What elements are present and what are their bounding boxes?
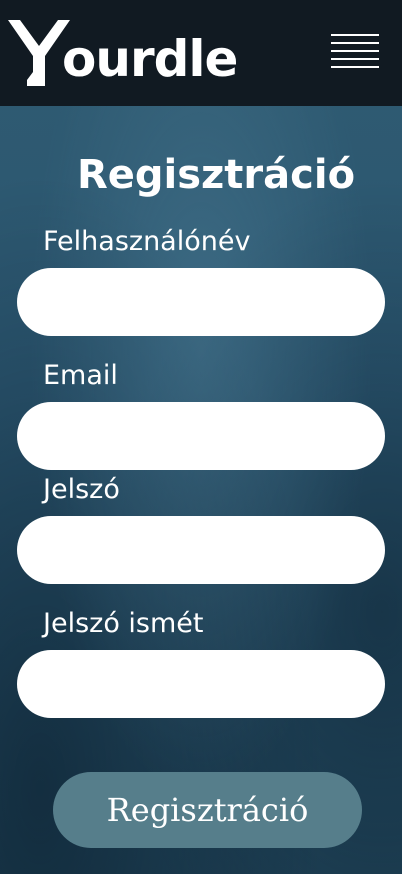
page-title: Regisztráció xyxy=(76,152,356,198)
username-label: Felhasználónév xyxy=(43,226,251,257)
password-label: Jelszó xyxy=(43,474,120,505)
email-label: Email xyxy=(43,360,118,391)
register-button[interactable]: Regisztráció xyxy=(53,772,362,848)
email-input[interactable] xyxy=(17,402,385,470)
logo-text: ourdle xyxy=(62,30,238,88)
hamburger-menu-icon xyxy=(331,34,379,36)
y-logo-icon xyxy=(8,20,70,86)
top-navbar: ourdle xyxy=(0,0,402,106)
menu-button[interactable] xyxy=(326,28,382,76)
password-confirm-label: Jelszó ismét xyxy=(43,608,204,639)
username-input[interactable] xyxy=(17,268,385,336)
yourdle-logo[interactable]: ourdle xyxy=(8,16,238,88)
password-input[interactable] xyxy=(17,516,385,584)
password-confirm-input[interactable] xyxy=(17,650,385,718)
